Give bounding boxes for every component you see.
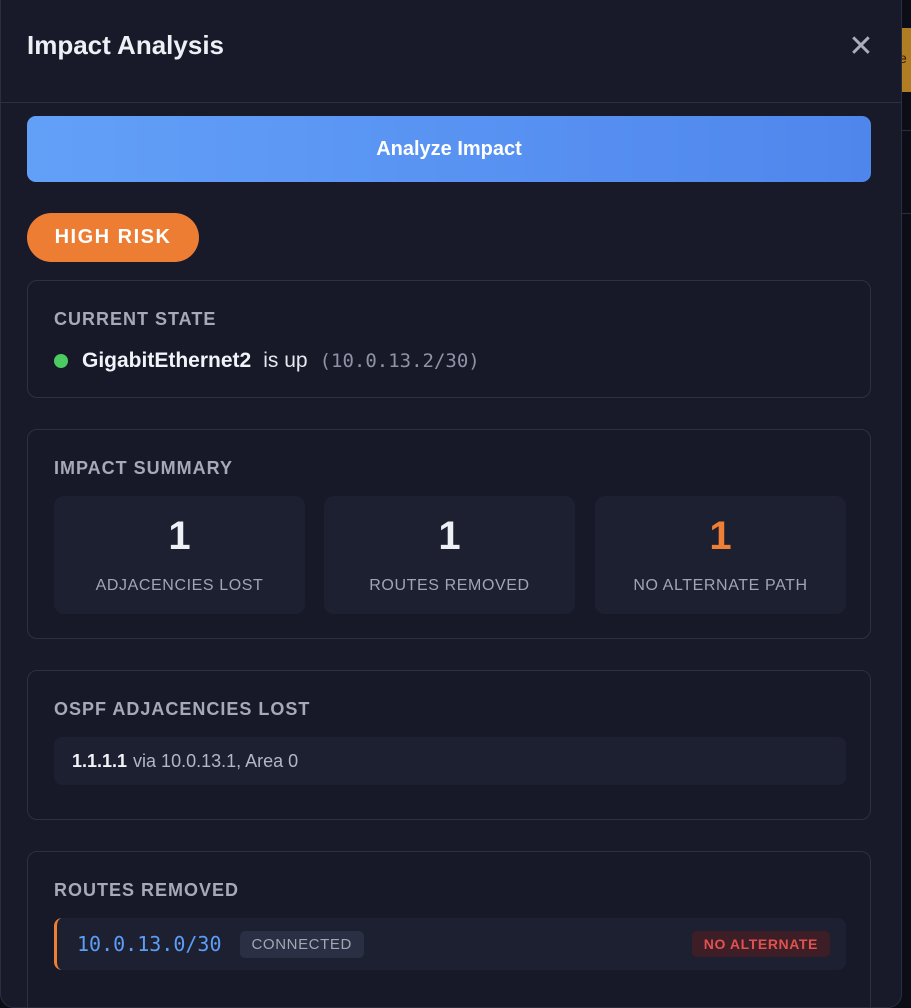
impact-analysis-modal: Impact Analysis ✕ Analyze Impact HIGH RI… xyxy=(0,0,902,1008)
route-prefix: 10.0.13.0/30 xyxy=(77,932,222,956)
stat-value: 1 xyxy=(438,514,461,558)
card-title: CURRENT STATE xyxy=(54,309,217,329)
stat-label: ADJACENCIES LOST xyxy=(95,577,264,594)
no-alternate-badge: NO ALTERNATE xyxy=(691,931,830,957)
stat-value: 1 xyxy=(709,514,732,558)
ospf-adjacencies-card: OSPF ADJACENCIES LOST 1.1.1.1 via 10.0.1… xyxy=(27,670,871,820)
modal-header: Impact Analysis ✕ xyxy=(1,1,901,103)
stat-routes-removed: 1 ROUTES REMOVED xyxy=(324,496,575,614)
status-dot-icon xyxy=(54,354,68,368)
close-icon[interactable]: ✕ xyxy=(845,31,877,63)
modal-title: Impact Analysis xyxy=(27,30,225,60)
interface-ip: (10.0.13.2/30) xyxy=(319,350,480,372)
card-title: ROUTES REMOVED xyxy=(54,880,240,900)
routes-removed-card: ROUTES REMOVED 10.0.13.0/30 CONNECTED NO… xyxy=(27,851,871,1007)
stat-adjacencies-lost: 1 ADJACENCIES LOST xyxy=(54,496,305,614)
stat-no-alternate-path: 1 NO ALTERNATE PATH xyxy=(595,496,846,614)
background-divider xyxy=(902,213,911,214)
adjacency-detail: via 10.0.13.1, Area 0 xyxy=(133,750,299,771)
analyze-impact-button[interactable]: Analyze Impact xyxy=(27,116,871,182)
risk-level-badge: HIGH RISK xyxy=(27,213,199,262)
list-item: 1.1.1.1 via 10.0.13.1, Area 0 xyxy=(54,737,846,785)
list-item: 10.0.13.0/30 CONNECTED NO ALTERNATE xyxy=(54,918,846,970)
interface-state-line: GigabitEthernet2 is up (10.0.13.2/30) xyxy=(54,347,480,375)
card-title: IMPACT SUMMARY xyxy=(54,458,233,478)
route-type-badge: CONNECTED xyxy=(239,930,364,958)
interface-status: is up xyxy=(263,349,308,372)
background-divider xyxy=(902,130,911,131)
stat-label: NO ALTERNATE PATH xyxy=(633,577,808,594)
current-state-card: CURRENT STATE GigabitEthernet2 is up (10… xyxy=(27,280,871,398)
stat-label: ROUTES REMOVED xyxy=(369,577,530,594)
interface-name: GigabitEthernet2 xyxy=(82,349,252,372)
adjacency-router-id: 1.1.1.1 xyxy=(72,750,128,771)
stat-value: 1 xyxy=(168,514,191,558)
card-title: OSPF ADJACENCIES LOST xyxy=(54,699,311,719)
impact-summary-card: IMPACT SUMMARY 1 ADJACENCIES LOST 1 ROUT… xyxy=(27,429,871,639)
